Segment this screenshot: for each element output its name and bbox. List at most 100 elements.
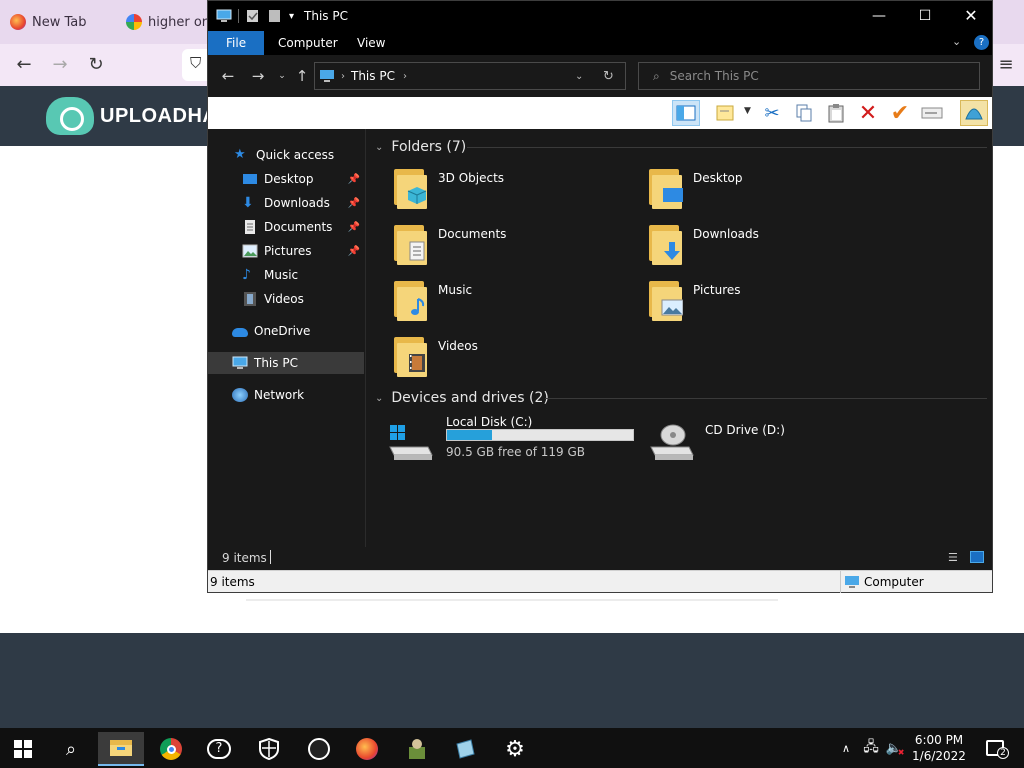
tab-view[interactable]: View: [339, 31, 403, 55]
expand-ribbon-icon[interactable]: ⌄: [952, 35, 961, 48]
customize-arrow-icon[interactable]: ▾: [289, 11, 294, 22]
nav-quick-access[interactable]: ★ Quick access: [208, 144, 364, 166]
nav-label: Pictures: [264, 244, 312, 258]
chrome-icon[interactable]: [148, 732, 194, 766]
dropdown-arrow-icon[interactable]: ▼: [744, 106, 751, 116]
shell-icon[interactable]: [960, 100, 988, 126]
folder-icon: [392, 335, 428, 377]
file-explorer-icon[interactable]: [98, 732, 144, 766]
search-input[interactable]: ⌕ Search This PC: [638, 62, 980, 90]
details-view-icon[interactable]: ☰: [948, 551, 958, 564]
nav-network[interactable]: Network: [208, 384, 364, 406]
checkmark-icon[interactable]: ✔: [886, 100, 914, 126]
chevron-down-icon[interactable]: ⌄: [375, 393, 383, 404]
rename-icon[interactable]: [918, 100, 946, 126]
nav-item-music[interactable]: ♪ Music: [208, 264, 364, 286]
help-icon[interactable]: ?: [974, 35, 989, 50]
chevron-down-icon[interactable]: ⌄: [375, 142, 383, 153]
chevron-right-icon[interactable]: ›: [341, 71, 345, 82]
large-icons-view-icon[interactable]: [970, 551, 984, 563]
firefox-icon[interactable]: [344, 732, 390, 766]
nav-item-pictures[interactable]: Pictures 📌: [208, 240, 364, 262]
copy-icon[interactable]: [790, 100, 818, 126]
drives-group-header[interactable]: ⌄ Devices and drives (2): [375, 387, 549, 409]
drive-label: CD Drive (D:): [705, 423, 785, 437]
nav-label: Documents: [264, 220, 333, 234]
help-chat-icon[interactable]: ?: [196, 732, 242, 766]
folder-pictures[interactable]: Pictures: [647, 279, 897, 329]
game-character-icon[interactable]: [394, 732, 440, 766]
nav-this-pc[interactable]: This PC: [208, 352, 364, 374]
volume-muted-icon[interactable]: 🔈 ✖: [884, 728, 906, 768]
folder-3d-objects[interactable]: 3D Objects: [392, 167, 642, 217]
taskbar: ⌕ ? ⚙ ∧ 🖧 🔈 ✖ 6:00 PM 1/6/2022 2: [0, 728, 1024, 768]
nav-onedrive[interactable]: OneDrive: [208, 320, 364, 342]
folder-music[interactable]: Music: [392, 279, 642, 329]
forward-icon[interactable]: →: [246, 65, 270, 87]
drive-usage-bar: [446, 429, 634, 441]
command-toolbar: ▼ ✂ ✕ ✔: [208, 97, 992, 129]
menu-icon[interactable]: ≡: [994, 53, 1018, 77]
chevron-up-icon[interactable]: ∧: [836, 728, 856, 768]
folder-desktop[interactable]: Desktop: [647, 167, 897, 217]
browser-tab-new[interactable]: New Tab: [10, 10, 87, 34]
paste-icon[interactable]: [822, 100, 850, 126]
close-icon[interactable]: ✕: [948, 1, 994, 31]
pin-icon[interactable]: 📌: [348, 198, 360, 209]
network-icon[interactable]: 🖧: [860, 728, 882, 768]
back-icon[interactable]: ←: [216, 65, 240, 87]
up-arrow-icon[interactable]: ↑: [290, 65, 314, 87]
address-segment[interactable]: This PC: [351, 69, 395, 83]
nav-item-documents[interactable]: Documents 📌: [208, 216, 364, 238]
nav-item-desktop[interactable]: Desktop 📌: [208, 168, 364, 190]
tab-file[interactable]: File: [208, 31, 265, 55]
drive-free-text: 90.5 GB free of 119 GB: [446, 445, 585, 459]
back-arrow-icon[interactable]: ←: [12, 53, 36, 77]
forward-arrow-icon[interactable]: →: [48, 53, 72, 77]
drive-c[interactable]: Local Disk (C:) 90.5 GB free of 119 GB: [374, 413, 649, 465]
new-note-icon[interactable]: [712, 100, 740, 126]
security-shield-icon[interactable]: [246, 732, 292, 766]
nav-label: OneDrive: [254, 324, 311, 338]
minimize-icon[interactable]: —: [856, 1, 902, 31]
address-bar[interactable]: › This PC › ⌄ ↻: [314, 62, 626, 90]
pin-icon[interactable]: 📌: [348, 222, 360, 233]
nav-label: Downloads: [264, 196, 330, 210]
windows-start-icon[interactable]: [0, 732, 46, 766]
chevron-right-icon[interactable]: ›: [403, 71, 407, 82]
cut-icon[interactable]: ✂: [758, 100, 786, 126]
obs-icon[interactable]: [296, 732, 342, 766]
drive-usage-fill: [447, 430, 492, 440]
properties-icon[interactable]: [245, 9, 261, 23]
nav-item-downloads[interactable]: ⬇ Downloads 📌: [208, 192, 364, 214]
site-logo[interactable]: UPLOADHAV: [46, 94, 230, 138]
search-placeholder: Search This PC: [669, 69, 759, 83]
pin-icon[interactable]: 📌: [348, 174, 360, 185]
notification-center-icon[interactable]: 2: [980, 728, 1010, 768]
address-dropdown-icon[interactable]: ⌄: [575, 71, 583, 82]
folder-label: Documents: [438, 227, 507, 241]
folder-downloads[interactable]: Downloads: [647, 223, 897, 273]
new-folder-icon[interactable]: [267, 9, 283, 23]
refresh-icon[interactable]: ↻: [603, 69, 614, 84]
firefox-icon: [10, 14, 26, 30]
search-icon[interactable]: ⌕: [48, 732, 94, 766]
nav-item-videos[interactable]: Videos: [208, 288, 364, 310]
system-clock[interactable]: 6:00 PM 1/6/2022: [904, 732, 974, 764]
folder-documents[interactable]: Documents: [392, 223, 642, 273]
settings-gear-icon[interactable]: ⚙: [492, 732, 538, 766]
maximize-icon[interactable]: ☐: [902, 1, 948, 31]
folders-group-header[interactable]: ⌄ Folders (7): [375, 136, 466, 158]
folder-videos[interactable]: Videos: [392, 335, 642, 385]
divider: [246, 599, 778, 601]
notepad-icon[interactable]: [442, 732, 488, 766]
browser-tab-label: New Tab: [32, 14, 87, 30]
computer-icon: [216, 9, 232, 22]
preview-pane-icon[interactable]: [672, 100, 700, 126]
pin-icon[interactable]: 📌: [348, 246, 360, 257]
delete-icon[interactable]: ✕: [854, 100, 882, 126]
title-bar[interactable]: ▾ This PC — ☐ ✕: [208, 1, 992, 31]
reload-icon[interactable]: ↻: [84, 53, 108, 77]
document-icon: [409, 241, 425, 261]
drive-d[interactable]: CD Drive (D:): [647, 413, 847, 465]
